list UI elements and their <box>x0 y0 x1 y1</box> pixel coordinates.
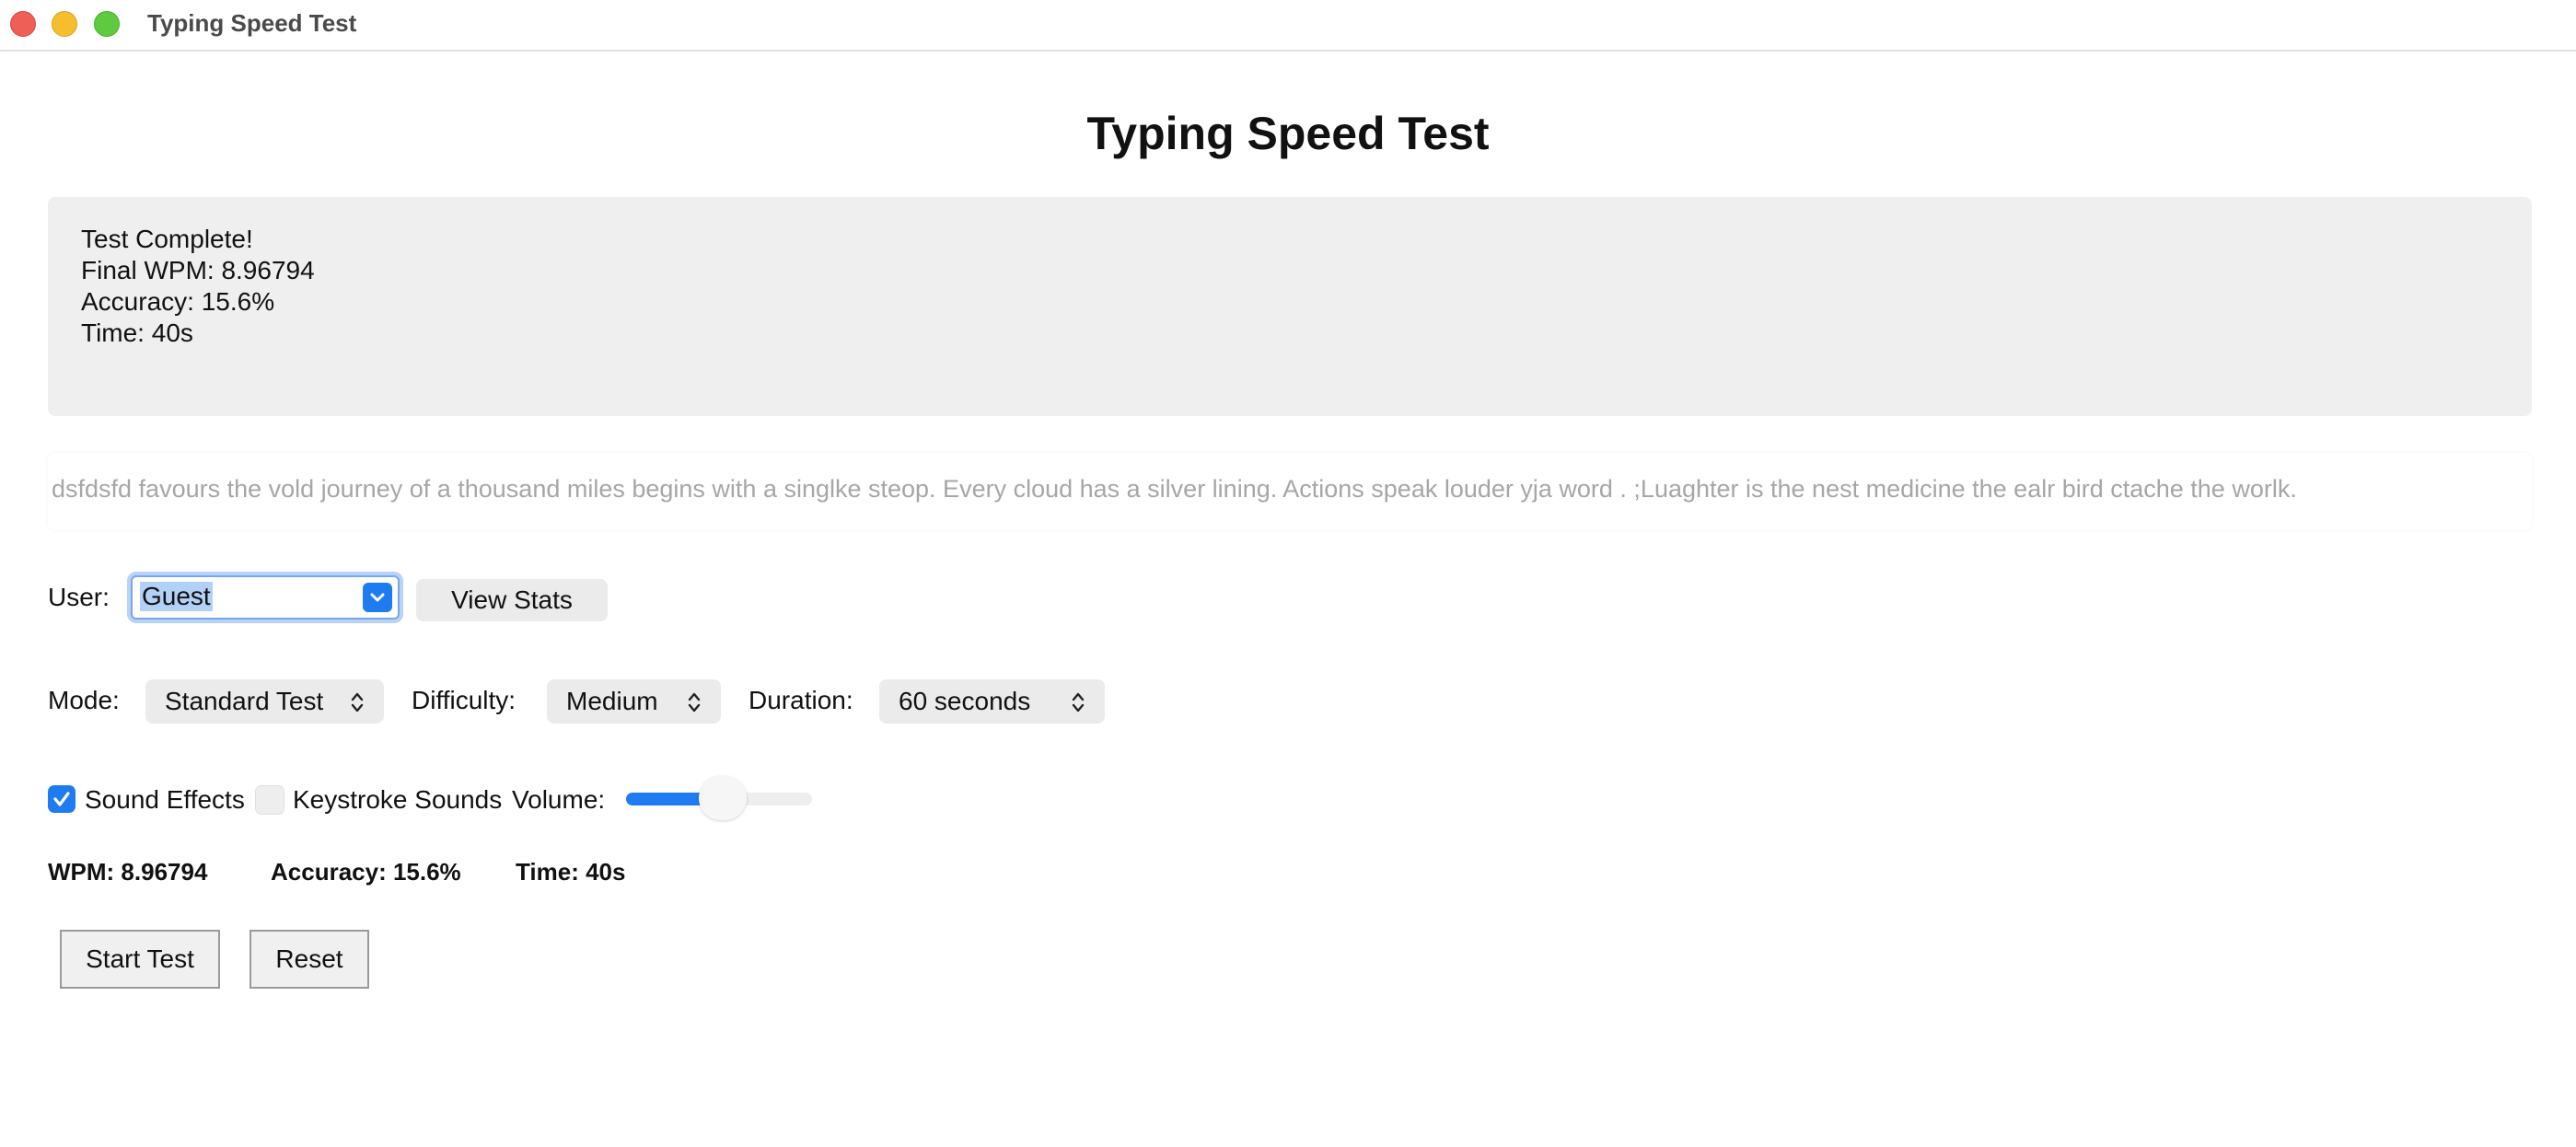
result-accuracy: Accuracy: 15.6% <box>81 287 275 316</box>
duration-label: Duration: <box>748 686 853 714</box>
view-stats-button[interactable]: View Stats <box>416 579 608 621</box>
accuracy-stat: Accuracy: 15.6% <box>271 858 461 886</box>
duration-popup-value: 60 seconds <box>899 687 1031 715</box>
updown-chevron-icon <box>351 692 364 713</box>
duration-popup[interactable]: 60 seconds <box>879 679 1105 724</box>
start-test-button[interactable]: Start Test <box>60 930 220 989</box>
user-combobox-value[interactable]: Guest <box>140 582 213 611</box>
results-panel: Test Complete! Final WPM: 8.96794 Accura… <box>48 197 2532 416</box>
result-status: Test Complete! <box>81 225 253 253</box>
result-time: Time: 40s <box>81 319 193 347</box>
wpm-stat: WPM: 8.96794 <box>48 858 208 886</box>
passage-text: dsfdsfd favours the vold journey of a th… <box>52 475 2297 503</box>
mode-label: Mode: <box>48 686 120 714</box>
volume-slider-knob[interactable] <box>699 776 747 820</box>
sound-effects-label[interactable]: Sound Effects <box>85 785 245 815</box>
volume-label: Volume: <box>512 785 606 814</box>
sound-effects-checkbox[interactable] <box>48 785 75 813</box>
reset-button[interactable]: Reset <box>249 930 369 989</box>
keystroke-sounds-label[interactable]: Keystroke Sounds <box>293 785 502 815</box>
typing-passage[interactable]: dsfdsfd favours the vold journey of a th… <box>48 453 2532 530</box>
window-close-icon[interactable] <box>10 11 36 37</box>
app-window: Typing Speed Test Typing Speed Test Test… <box>0 0 2576 1147</box>
difficulty-popup-value: Medium <box>566 687 658 715</box>
updown-chevron-icon <box>688 692 701 713</box>
user-label: User: <box>48 583 110 611</box>
checkmark-icon <box>53 792 70 806</box>
window-maximize-icon[interactable] <box>94 11 120 37</box>
user-combobox[interactable]: Guest <box>131 575 400 620</box>
time-stat: Time: 40s <box>516 858 626 886</box>
window-minimize-icon[interactable] <box>52 11 77 37</box>
difficulty-popup[interactable]: Medium <box>547 679 721 724</box>
title-bar: Typing Speed Test <box>0 0 2576 52</box>
difficulty-label: Difficulty: <box>412 686 516 714</box>
chevron-down-icon[interactable] <box>363 583 392 612</box>
result-final-wpm: Final WPM: 8.96794 <box>81 256 315 284</box>
keystroke-sounds-checkbox[interactable] <box>255 785 284 815</box>
updown-chevron-icon <box>1072 692 1085 713</box>
window-title: Typing Speed Test <box>147 9 357 37</box>
mode-popup[interactable]: Standard Test <box>145 679 384 724</box>
mode-popup-value: Standard Test <box>165 687 324 715</box>
volume-slider-fill <box>626 793 710 805</box>
page-title: Typing Speed Test <box>1086 108 1490 159</box>
